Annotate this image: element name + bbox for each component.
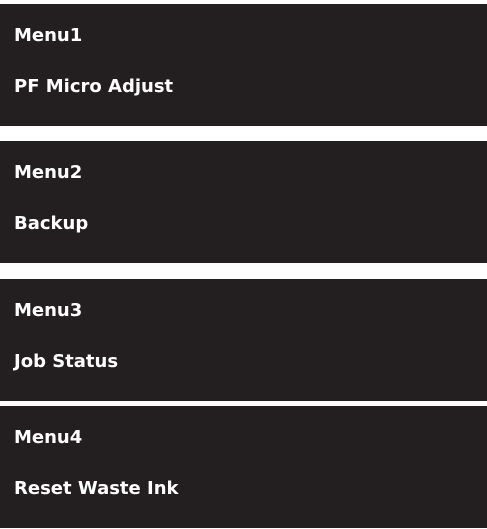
menu-item-reset-waste-ink[interactable]: Reset Waste Ink: [14, 478, 179, 500]
menu-panel-4[interactable]: Menu4 Reset Waste Ink: [0, 406, 487, 528]
menu-title: Menu4: [14, 427, 83, 448]
menu-title: Menu2: [14, 162, 83, 183]
menu-item-pf-micro-adjust[interactable]: PF Micro Adjust: [14, 76, 173, 98]
menu-item-backup[interactable]: Backup: [14, 213, 88, 235]
menu-panel-3[interactable]: Menu3 Job Status: [0, 279, 487, 401]
menu-panel-1[interactable]: Menu1 PF Micro Adjust: [0, 4, 487, 126]
menu-panel-2[interactable]: Menu2 Backup: [0, 141, 487, 263]
menu-item-job-status[interactable]: Job Status: [14, 351, 118, 373]
menu-title: Menu1: [14, 25, 83, 46]
menu-title: Menu3: [14, 300, 83, 321]
